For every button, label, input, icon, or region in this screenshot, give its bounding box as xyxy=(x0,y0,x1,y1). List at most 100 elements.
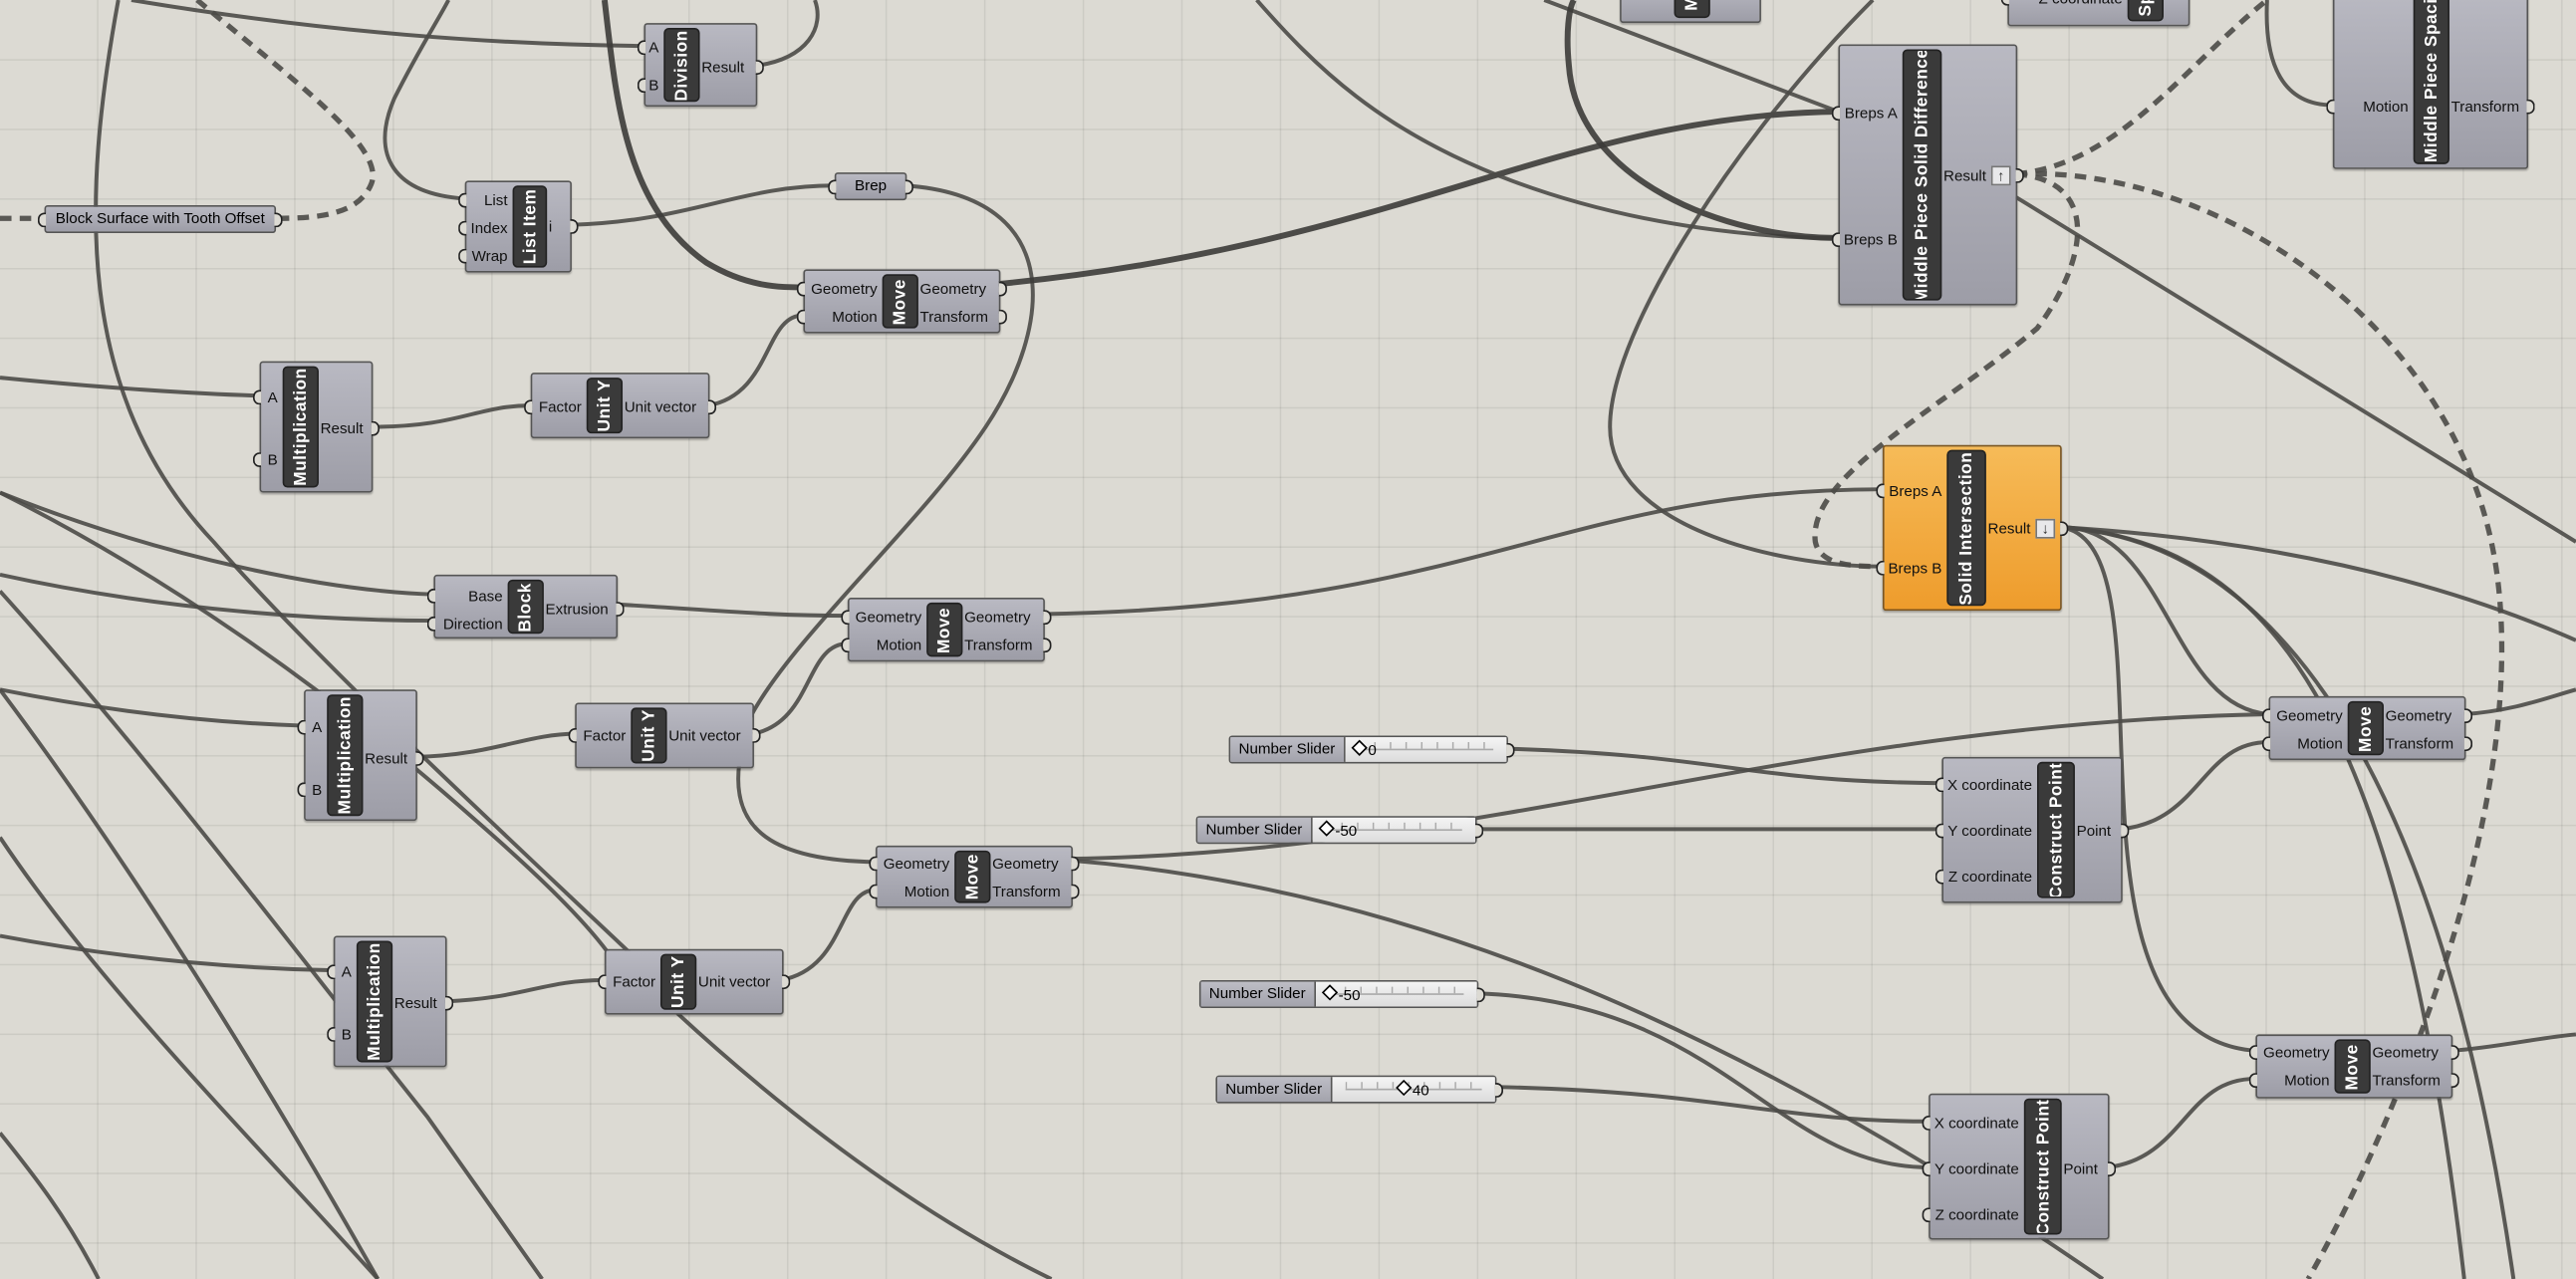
input-label: Factor xyxy=(583,727,627,744)
input-port[interactable] xyxy=(796,309,806,325)
slider-ticks xyxy=(1358,742,1494,751)
wire xyxy=(755,0,820,68)
input-port[interactable] xyxy=(2326,99,2335,115)
input-port[interactable] xyxy=(1876,483,1885,499)
slider-track[interactable]: 0 xyxy=(1345,737,1507,762)
input-port[interactable] xyxy=(1922,1116,1931,1131)
input-label: Geometry xyxy=(2263,1044,2330,1061)
input-port[interactable] xyxy=(252,452,262,467)
input-port[interactable] xyxy=(796,281,806,297)
input-port[interactable] xyxy=(637,78,646,94)
input-port[interactable] xyxy=(841,638,850,653)
input-label: Wrap xyxy=(471,247,508,265)
component-title: Construct Point xyxy=(2032,1098,2053,1235)
component-block[interactable]: Block Base Direction Extrusion xyxy=(426,574,625,640)
input-port[interactable] xyxy=(327,1027,336,1042)
component-move-2[interactable]: Move Geometry Motion Geometry Transform xyxy=(841,597,1052,662)
component-title-bar: Move xyxy=(882,274,918,329)
component-title: Multiplication xyxy=(335,695,356,815)
output-label: Unit vector xyxy=(668,727,741,744)
component-title-bar: Construct Point xyxy=(2037,761,2075,898)
input-port[interactable] xyxy=(1831,232,1841,248)
component-construct-point-2[interactable]: Construct Point X coordinate Y coordinate Z… xyxy=(1922,1093,2117,1240)
output-label: Result xyxy=(701,59,745,76)
input-port[interactable] xyxy=(869,856,878,872)
component-top-partial-a[interactable]: M xyxy=(1620,0,1761,24)
slider-track[interactable]: -50 xyxy=(1315,981,1477,1007)
input-port[interactable] xyxy=(2261,736,2271,752)
component-move-5[interactable]: Move Geometry Motion Geometry Transform xyxy=(2248,1034,2459,1099)
output-label: Transform xyxy=(2450,98,2520,116)
input-port[interactable] xyxy=(2261,708,2271,724)
input-port[interactable] xyxy=(426,588,436,604)
component-unit-y-2[interactable]: Unit Y Factor Unit vector xyxy=(568,702,761,769)
slider-track[interactable]: -50 xyxy=(1312,817,1475,843)
input-port[interactable] xyxy=(841,610,850,626)
input-port[interactable] xyxy=(869,884,878,899)
component-title-bar: Unit Y xyxy=(586,378,624,434)
component-unit-y-3[interactable]: Unit Y Factor Unit vector xyxy=(598,948,791,1015)
component-solid-intersection[interactable]: Solid Intersection Breps A Breps B Result ↓ xyxy=(1876,444,2069,612)
input-label: Geometry xyxy=(2276,707,2343,724)
input-label: Breps B xyxy=(1843,231,1898,248)
input-port[interactable] xyxy=(568,728,577,743)
component-top-partial-b[interactable]: Sp Z coordinate xyxy=(2000,0,2190,27)
input-port[interactable] xyxy=(598,974,607,990)
slider-name: Number Slider xyxy=(1230,737,1346,762)
component-move-4[interactable]: Move Geometry Motion Geometry Transform xyxy=(2261,695,2473,761)
component-middle-piece-solid-difference[interactable]: Middle Piece Solid Difference Breps A Brep… xyxy=(1831,44,2024,306)
graft-down-arrow-icon[interactable]: ↓ xyxy=(2035,518,2056,539)
component-unit-y-1[interactable]: Unit Y Factor Unit vector xyxy=(524,373,717,439)
input-port[interactable] xyxy=(1934,823,1944,839)
input-port[interactable] xyxy=(426,616,436,632)
brep-param[interactable]: Brep xyxy=(828,172,913,201)
input-port[interactable] xyxy=(458,192,467,208)
input-port[interactable] xyxy=(37,212,47,228)
component-multiplication-3[interactable]: Multiplication A B Result xyxy=(327,935,454,1068)
output-label: Geometry xyxy=(2372,1044,2439,1061)
component-middle-piece-spacing[interactable]: Middle Piece Spaci Motion Transform xyxy=(2326,0,2535,169)
block-surface-param[interactable]: Block Surface with Tooth Offset xyxy=(37,205,283,234)
component-multiplication-1[interactable]: Multiplication A B Result xyxy=(252,361,380,493)
component-title: Unit Y xyxy=(639,709,659,762)
input-port[interactable] xyxy=(1922,1207,1931,1223)
component-list-item[interactable]: List Item List Index Wrap i xyxy=(458,180,579,273)
input-port[interactable] xyxy=(637,40,646,56)
input-port[interactable] xyxy=(458,248,467,264)
component-division[interactable]: Division A B Result xyxy=(637,23,764,108)
input-port[interactable] xyxy=(1876,560,1885,576)
input-label: Z coordinate xyxy=(1934,1206,2019,1223)
input-port[interactable] xyxy=(297,719,306,735)
input-port[interactable] xyxy=(458,220,467,236)
number-slider[interactable]: Number Slider -50 xyxy=(1195,816,1484,845)
slider-name: Number Slider xyxy=(1197,817,1313,843)
input-port[interactable] xyxy=(2248,1073,2258,1088)
input-port[interactable] xyxy=(2248,1045,2258,1060)
component-move-3[interactable]: Move Geometry Motion Geometry Transform xyxy=(869,845,1080,908)
input-port[interactable] xyxy=(1831,106,1841,122)
input-port[interactable] xyxy=(828,179,837,195)
component-move-1[interactable]: Move Geometry Motion Geometry Transform xyxy=(796,269,1007,334)
input-port[interactable] xyxy=(1922,1161,1931,1177)
flatten-up-arrow-icon[interactable]: ↑ xyxy=(1990,165,2011,186)
output-label: Transform xyxy=(2385,735,2454,752)
grasshopper-canvas[interactable]: Block Surface with Tooth Offset Brep Div… xyxy=(0,0,2576,1279)
number-slider[interactable]: Number Slider 40 xyxy=(1215,1075,1504,1104)
input-port[interactable] xyxy=(524,399,533,415)
component-title: List Item xyxy=(519,188,540,265)
input-port[interactable] xyxy=(1934,777,1944,793)
input-port[interactable] xyxy=(297,782,306,798)
component-title-bar: Construct Point xyxy=(2023,1098,2062,1235)
number-slider[interactable]: Number Slider 0 xyxy=(1228,735,1515,764)
output-label: Transform xyxy=(992,883,1061,900)
wire xyxy=(570,183,835,227)
slider-track[interactable]: 40 xyxy=(1332,1077,1495,1103)
input-port[interactable] xyxy=(1934,869,1944,885)
component-title-bar: Sp xyxy=(2127,0,2164,22)
input-label: Index xyxy=(470,219,508,237)
input-port[interactable] xyxy=(327,964,336,980)
component-construct-point-1[interactable]: Construct Point X coordinate Y coordinate Z… xyxy=(1934,756,2130,903)
component-multiplication-2[interactable]: Multiplication A B Result xyxy=(297,689,424,822)
number-slider[interactable]: Number Slider -50 xyxy=(1198,980,1485,1009)
input-port[interactable] xyxy=(252,389,262,405)
